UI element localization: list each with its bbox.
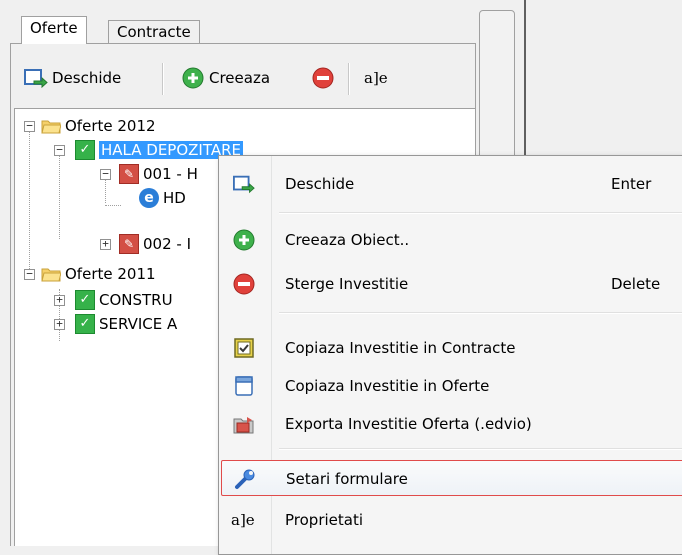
expand-toggle[interactable]: + — [54, 318, 65, 330]
offer-red-icon: ✎ — [119, 234, 139, 254]
tree-node-oferte-2012[interactable]: Oferte 2012 — [41, 115, 156, 137]
tree-node-label: Oferte 2012 — [65, 117, 156, 135]
tree-node-label: HD — [163, 189, 186, 207]
menu-item-label: Sterge Investitie — [285, 275, 409, 293]
open-button-label: Deschide — [52, 69, 122, 87]
tree-line — [59, 149, 60, 239]
folder-icon — [41, 268, 61, 282]
tree-node-service[interactable]: ✓ SERVICE A — [75, 313, 177, 335]
menu-item-copiaza-oferte[interactable]: Copiaza Investitie in Oferte — [221, 368, 682, 404]
expand-toggle[interactable]: + — [54, 294, 65, 306]
menu-separator — [279, 312, 682, 314]
toolbar-separator — [348, 63, 350, 95]
tree-node-002[interactable]: ✎ 002 - I — [119, 233, 191, 255]
tree-node-label: 002 - I — [143, 235, 192, 253]
open-arrow-icon — [24, 69, 48, 89]
tree-node-constru[interactable]: ✓ CONSTRU — [75, 289, 173, 311]
menu-item-proprietati[interactable]: a]e Proprietati — [221, 502, 682, 538]
tree-node-label: Oferte 2011 — [65, 265, 156, 283]
wrench-icon — [235, 469, 255, 489]
menu-item-label: Deschide — [285, 175, 355, 193]
tree-node-label: SERVICE A — [99, 315, 178, 333]
menu-item-exporta[interactable]: Exporta Investitie Oferta (.edvio) — [221, 406, 682, 442]
tree-line — [105, 205, 121, 206]
collapse-toggle[interactable]: − — [54, 144, 65, 156]
tab-oferte[interactable]: Oferte — [21, 16, 87, 44]
menu-item-creeaza-obiect[interactable]: Creeaza Obiect.. — [221, 222, 682, 258]
window-copy-icon — [235, 376, 253, 396]
menu-item-shortcut: Delete — [611, 275, 661, 293]
menu-item-label: Proprietati — [285, 511, 364, 529]
tree-node-001[interactable]: ✎ 001 - H — [119, 163, 198, 185]
delete-red-icon — [312, 67, 334, 89]
offer-red-icon: ✎ — [119, 164, 139, 184]
properties-icon: a]e — [231, 511, 255, 529]
open-arrow-icon — [233, 175, 255, 194]
context-menu: Deschide Enter Creeaza Obiect.. Sterge I… — [218, 155, 682, 555]
tree-node-oferte-2011[interactable]: Oferte 2011 — [41, 263, 156, 285]
collapse-toggle[interactable]: − — [24, 120, 35, 132]
menu-item-label: Exporta Investitie Oferta (.edvio) — [285, 415, 532, 433]
create-button-label: Creeaza — [209, 69, 271, 87]
menu-item-setari-formulare[interactable]: Setari formulare — [221, 460, 682, 496]
collapse-toggle[interactable]: − — [24, 268, 35, 280]
menu-item-label: Copiaza Investitie in Contracte — [285, 339, 516, 357]
menu-item-label: Creeaza Obiect.. — [285, 231, 410, 249]
investment-green-icon: ✓ — [75, 140, 95, 160]
rename-glyph: a]e — [364, 69, 388, 87]
tree-node-label: 001 - H — [143, 165, 198, 183]
menu-item-label: Setari formulare — [286, 470, 408, 488]
tree-node-label: CONSTRU — [99, 291, 173, 309]
investment-green-icon: ✓ — [75, 290, 95, 310]
menu-item-copiaza-contracte[interactable]: Copiaza Investitie in Contracte — [221, 330, 682, 366]
menu-item-label: Copiaza Investitie in Oferte — [285, 377, 490, 395]
menu-item-shortcut: Enter — [611, 175, 652, 193]
add-green-icon — [233, 229, 255, 251]
toolbar: Deschide Creeaza a]e — [14, 58, 474, 100]
tree-line — [29, 127, 30, 277]
menu-item-deschide[interactable]: Deschide Enter — [221, 166, 682, 202]
delete-red-icon — [233, 273, 255, 295]
add-green-icon — [182, 67, 204, 89]
expand-toggle[interactable]: + — [100, 238, 111, 250]
menu-item-sterge-investitie[interactable]: Sterge Investitie Delete — [221, 266, 682, 302]
export-folder-icon — [233, 417, 254, 434]
menu-separator — [279, 212, 682, 214]
tab-contracte[interactable]: Contracte — [108, 20, 200, 44]
checkbox-copy-icon — [234, 338, 254, 358]
rename-button[interactable]: a]e — [364, 58, 388, 98]
tree-node-hd[interactable]: e HD — [139, 187, 186, 209]
toolbar-separator — [162, 63, 164, 95]
folder-icon — [41, 120, 61, 134]
delete-button[interactable] — [312, 58, 334, 98]
investment-green-icon: ✓ — [75, 314, 95, 334]
e-document-icon: e — [139, 188, 159, 208]
menu-separator — [279, 448, 682, 450]
create-button[interactable]: Creeaza — [182, 58, 270, 98]
open-button[interactable]: Deschide — [24, 58, 121, 98]
collapse-toggle[interactable]: − — [100, 168, 111, 180]
